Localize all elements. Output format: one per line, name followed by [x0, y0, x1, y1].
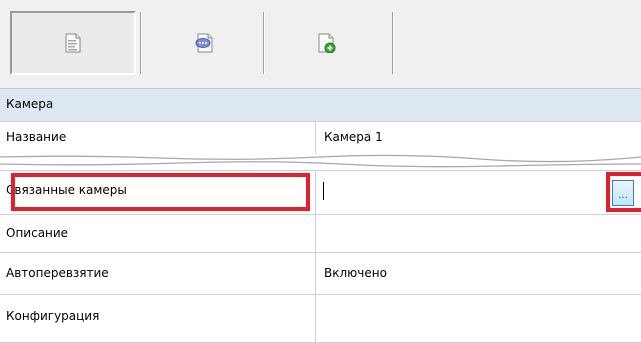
toolbar-separator [392, 12, 394, 74]
property-value: Камера 1 [324, 130, 383, 144]
property-row-configuration[interactable]: Конфигурация [0, 294, 641, 343]
property-name: Описание [6, 226, 69, 240]
category-label: Камера [6, 97, 54, 111]
property-row-description[interactable]: Описание [0, 214, 641, 252]
property-value-cell[interactable] [316, 215, 641, 252]
property-row-auto-recapture[interactable]: Автоперевзятие Включено [0, 252, 641, 294]
comment-page-icon [195, 33, 213, 53]
property-value-cell[interactable]: Включено [316, 253, 641, 294]
properties-page-icon [65, 33, 81, 53]
property-name: Конфигурация [6, 309, 100, 323]
property-name: Автоперевзятие [6, 266, 109, 280]
toolbar [0, 0, 641, 88]
property-name-cell: Название [0, 122, 316, 154]
property-value: Включено [324, 266, 387, 280]
properties-tab-button[interactable] [10, 11, 136, 75]
property-name-cell: Конфигурация [0, 295, 316, 342]
tear-divider [0, 154, 641, 168]
text-caret [323, 182, 324, 200]
property-name: Название [6, 130, 67, 144]
property-name-cell: Автоперевзятие [0, 253, 316, 294]
add-page-icon [318, 33, 336, 53]
highlight-box [11, 173, 310, 211]
linked-cameras-input[interactable] [316, 171, 641, 214]
property-row-name[interactable]: Название Камера 1 [0, 121, 641, 154]
add-tab-button[interactable] [264, 11, 390, 75]
comments-tab-button[interactable] [141, 11, 267, 75]
highlight-box [606, 172, 641, 212]
category-row[interactable]: Камера [0, 88, 641, 121]
property-value-cell[interactable] [316, 295, 641, 342]
property-value-cell[interactable]: Камера 1 [316, 122, 641, 154]
property-name-cell: Описание [0, 215, 316, 252]
